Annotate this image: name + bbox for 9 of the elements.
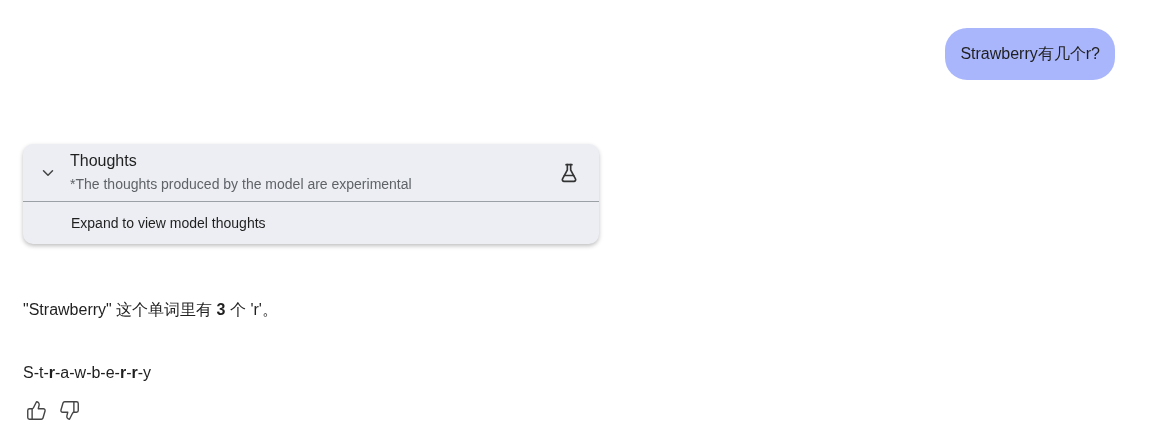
thumbs-down-icon[interactable] bbox=[59, 400, 80, 421]
flask-icon bbox=[559, 162, 579, 183]
thoughts-subtitle: *The thoughts produced by the model are experimental bbox=[70, 175, 413, 194]
thumbs-up-icon[interactable] bbox=[26, 400, 47, 421]
expand-thoughts-link[interactable]: Expand to view model thoughts bbox=[71, 212, 266, 234]
answer-paragraph: S-t-r-a-w-b-e-r-r-y bbox=[23, 363, 153, 383]
thoughts-title: Thoughts bbox=[70, 151, 138, 171]
answer-paragraph: "Strawberry" 这个单词里有 3 个 'r'。 bbox=[23, 300, 279, 320]
user-message-bubble: Strawberry有几个r? bbox=[945, 28, 1115, 80]
